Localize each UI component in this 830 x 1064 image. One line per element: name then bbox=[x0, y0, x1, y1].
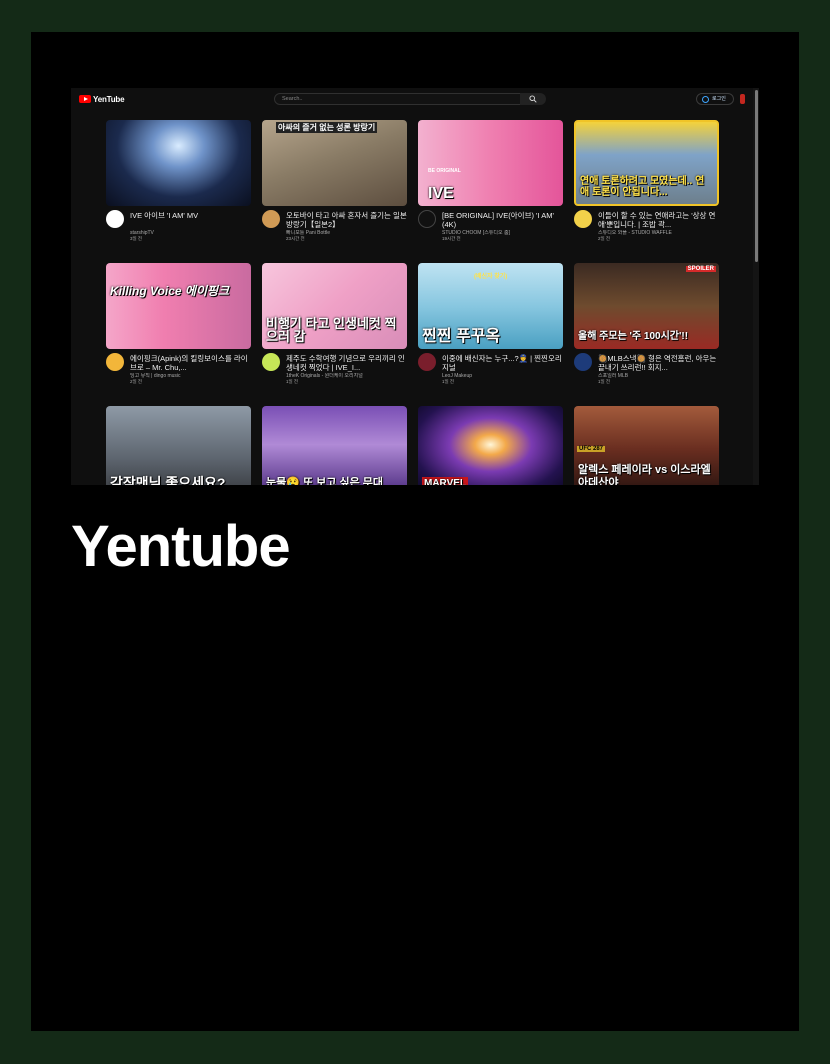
logo-text: YenTube bbox=[93, 94, 125, 104]
channel-avatar[interactable] bbox=[106, 210, 124, 228]
channel-name[interactable]: 스튜디오 와플 - STUDIO WAFFLE bbox=[598, 230, 719, 236]
search-icon bbox=[529, 95, 537, 103]
video-thumbnail[interactable]: MARVEL bbox=[418, 406, 563, 485]
notification-icon[interactable] bbox=[740, 94, 745, 104]
thumbnail-text: Killing Voice 에이핑크 bbox=[110, 284, 230, 298]
channel-avatar[interactable] bbox=[418, 210, 436, 228]
logo-play-icon bbox=[79, 95, 91, 103]
login-button[interactable]: 로그인 bbox=[696, 93, 734, 105]
thumbnail-text: MARVEL bbox=[422, 477, 469, 485]
search-bar: Search.. bbox=[274, 93, 546, 105]
channel-avatar[interactable] bbox=[262, 353, 280, 371]
video-thumbnail[interactable] bbox=[106, 120, 251, 206]
video-thumbnail[interactable]: SPOILER 올해 주모는 '주 100시간'!! bbox=[574, 263, 719, 349]
thumbnail-text: 찐찐 푸꾸옥 bbox=[422, 328, 501, 345]
channel-name[interactable]: starshipTV bbox=[130, 230, 251, 236]
video-title[interactable]: 오토바이 타고 아싸 혼자서 즐기는 일본 방랑기【일본2】 bbox=[286, 211, 407, 229]
video-title[interactable]: 🥘MLB스낵🥘 형은 역전홈런, 아우는 끝내기 쓰리런!! 회지... bbox=[598, 354, 719, 372]
video-thumbnail[interactable]: Killing Voice 에이핑크 bbox=[106, 263, 251, 349]
video-title[interactable]: 이중에 배신자는 누구...?👮 | 찐찐오리지널 bbox=[442, 354, 563, 372]
thumbnail-text: 눈물😢 또 보고 싶은 무대 bbox=[266, 477, 384, 485]
video-thumbnail[interactable]: 아싸의 즐거 없는 성론 방랑기 bbox=[262, 120, 407, 206]
channel-avatar[interactable] bbox=[574, 353, 592, 371]
channel-name[interactable]: LeoJ Makeup bbox=[442, 373, 563, 379]
thumbnail-tag: SPOILER bbox=[685, 266, 716, 272]
top-bar: YenTube Search.. 로그인 bbox=[71, 88, 759, 110]
video-meta: 19시간 전 bbox=[442, 236, 461, 241]
video-title[interactable]: 이들이 할 수 있는 연애라고는 '상상 연애'뿐입니다. | 조밥 곽... bbox=[598, 211, 719, 229]
video-meta: 1일 전 bbox=[598, 379, 611, 384]
user-icon bbox=[702, 96, 709, 103]
video-thumbnail[interactable]: 눈물😢 또 보고 싶은 무대 bbox=[262, 406, 407, 485]
thumbnail-text: 알렉스 페레이라 vs 이스라엘 아데산야 bbox=[578, 464, 711, 485]
thumbnail-text: 아싸의 즐거 없는 성론 방랑기 bbox=[276, 122, 378, 133]
thumbnail-text: 올해 주모는 '주 100시간'!! bbox=[578, 331, 689, 342]
page-heading: Yentube bbox=[71, 514, 291, 579]
channel-name[interactable]: 딩고 뮤직 | dingo music bbox=[130, 373, 251, 379]
video-meta: 23시간 전 bbox=[286, 236, 305, 241]
video-title[interactable]: 제주도 수학여행 기념으로 우리끼리 인생네컷 찍었다 | IVE_I... bbox=[286, 354, 407, 372]
thumbnail-text: IVE bbox=[428, 185, 454, 202]
thumbnail-tag: BE ORIGINAL bbox=[428, 168, 461, 174]
login-label: 로그인 bbox=[712, 96, 726, 102]
video-thumbnail[interactable]: 감작맨님 좋으세요? bbox=[106, 406, 251, 485]
thumbnail-text: 감작맨님 좋으세요? bbox=[110, 475, 226, 485]
channel-avatar[interactable] bbox=[106, 353, 124, 371]
video-title[interactable]: IVE 아이브 'I AM' MV bbox=[130, 211, 251, 220]
video-thumbnail[interactable]: UFC 287 알렉스 페레이라 vs 이스라엘 아데산야 bbox=[574, 406, 719, 485]
video-meta: 1일 전 bbox=[442, 379, 455, 384]
app-logo[interactable]: YenTube bbox=[79, 94, 125, 104]
channel-name[interactable]: 1theK Originals - 원더케이 오리지널 bbox=[286, 373, 407, 379]
channel-avatar[interactable] bbox=[262, 210, 280, 228]
thumbnail-text: 연애 토론하려고 모였는데.. 연애 토론이 안됩니다... bbox=[580, 176, 705, 198]
browser-screenshot: YenTube Search.. 로그인 IVE 아이브 'I AM' MV s… bbox=[71, 88, 759, 485]
video-meta: 1일 전 bbox=[286, 379, 299, 384]
thumbnail-tag: UFC 287 bbox=[577, 446, 606, 452]
page-card: YenTube Search.. 로그인 IVE 아이브 'I AM' MV s… bbox=[31, 32, 799, 1031]
search-input[interactable]: Search.. bbox=[274, 93, 527, 105]
video-thumbnail[interactable]: BE ORIGINAL IVE bbox=[418, 120, 563, 206]
video-meta: 2일 전 bbox=[598, 236, 611, 241]
video-thumbnail[interactable]: 비행기 타고 인생네컷 찍으러 감 bbox=[262, 263, 407, 349]
search-button[interactable] bbox=[520, 93, 546, 105]
video-meta: 3일 전 bbox=[130, 236, 143, 241]
scrollbar-thumb[interactable] bbox=[755, 90, 758, 262]
channel-avatar[interactable] bbox=[418, 353, 436, 371]
video-thumbnail[interactable]: 연애 토론하려고 모였는데.. 연애 토론이 안됩니다... bbox=[574, 120, 719, 206]
thumbnail-tag: (배신자 찾기) bbox=[474, 274, 508, 280]
video-meta: 2일 전 bbox=[130, 379, 143, 384]
channel-avatar[interactable] bbox=[574, 210, 592, 228]
video-thumbnail[interactable]: (배신자 찾기) 찐찐 푸꾸옥 bbox=[418, 263, 563, 349]
thumbnail-text: 비행기 타고 인생네컷 찍으러 감 bbox=[266, 316, 397, 344]
channel-name[interactable]: 스포일러 MLB bbox=[598, 373, 719, 379]
video-title[interactable]: 에이핑크(Apink)의 킬링보이스를 라이브로 – Mr. Chu,... bbox=[130, 354, 251, 372]
video-title[interactable]: [BE ORIGINAL] IVE(아이브) 'I AM' (4K) bbox=[442, 211, 563, 229]
